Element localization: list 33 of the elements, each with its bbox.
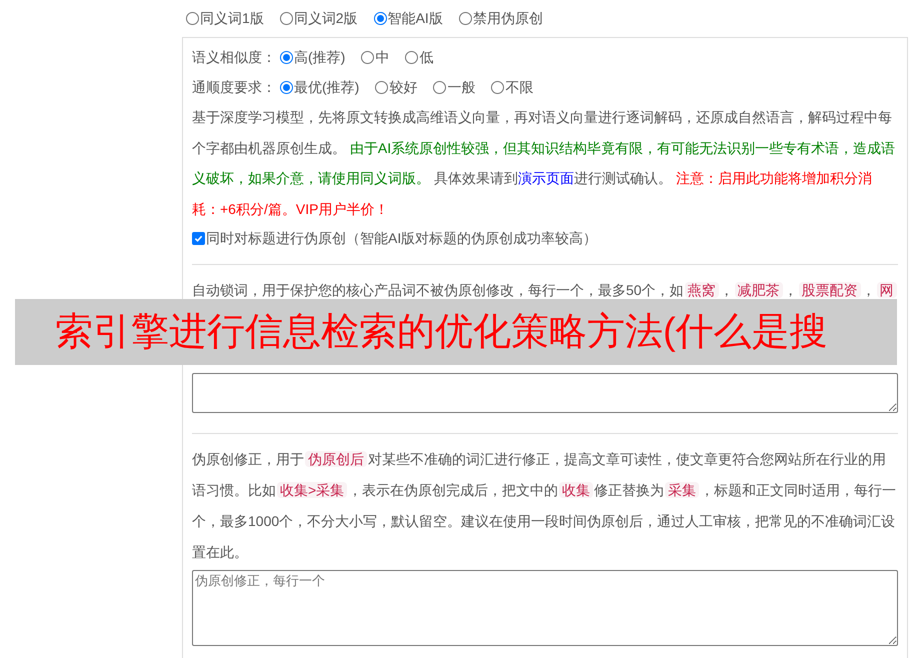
radio-option[interactable]: 同义词1版 xyxy=(186,8,264,29)
radio-button[interactable] xyxy=(374,12,387,25)
demo-page-link[interactable]: 演示页面 xyxy=(518,170,574,186)
correction-field[interactable]: 伪原创修正，每行一个 xyxy=(192,570,898,646)
radio-button[interactable] xyxy=(280,50,293,64)
radio-button[interactable] xyxy=(458,12,472,25)
radio-option[interactable]: 一般 xyxy=(433,76,476,98)
radio-button[interactable] xyxy=(280,80,293,94)
checkbox[interactable] xyxy=(192,232,205,244)
radio-option[interactable]: 较好 xyxy=(375,76,418,98)
radio-option[interactable]: 同义词2版 xyxy=(280,8,358,29)
radio-option[interactable]: 禁用伪原创 xyxy=(458,8,543,29)
radio-option[interactable]: 高(推荐) xyxy=(280,46,346,68)
radio-option[interactable]: 不限 xyxy=(491,76,534,98)
correction-description: 伪原创修正，用于 伪原创后 对某些不准确的词汇进行修正，提高文章可读性，使文章更符合您网站所在行业的用语习惯。比如 收集>采集 ，表示在伪原创完成后，把文中的 收集 修正替换为 采集 ，标题和正文同时适用，每行一个，最多1000个，不分大小写，默认留空。建议在使用一段时间伪原创后，通过人工审核，把常见的不准确词汇设置在此。 xyxy=(192,450,898,562)
option-label: 语义相似度： xyxy=(192,48,276,66)
radio-button[interactable] xyxy=(280,12,293,25)
radio-button[interactable] xyxy=(433,80,446,94)
radio-option[interactable]: 智能AI版 xyxy=(374,8,443,29)
checkmark-icon xyxy=(194,234,203,242)
title-banner: 索引擎进行信息检索的优化策略方法(什么是搜 xyxy=(15,299,897,365)
radio-button[interactable] xyxy=(491,80,504,94)
radio-button[interactable] xyxy=(375,80,388,94)
radio-button[interactable] xyxy=(405,50,418,64)
radio-button[interactable] xyxy=(186,12,199,25)
radio-option[interactable]: 最优(推荐) xyxy=(280,76,360,98)
option-label: 通顺度要求： xyxy=(192,78,276,96)
radio-option[interactable]: 中 xyxy=(361,46,390,68)
radio-button[interactable] xyxy=(361,50,374,64)
lock-words-field[interactable] xyxy=(192,373,898,413)
ai-description: 基于深度学习模型，先将原文转换成高维语义向量，再对语义向量进行逐词解码，还原成自然语言，解码过程中每个字都由机器原创生成。 由于AI系统原创性较强，但其知识结构毕竟有限，有可能无法识别一些专有术语，造成语义破坏，如果介意，请使用同义词版。 具体效果请到演示页面进行测试确认。 注意：启用此功能将增加积分消耗：+6积分/篇。VIP用户半价！ xyxy=(192,108,896,218)
radio-option[interactable]: 低 xyxy=(405,46,434,68)
title-checkbox-option[interactable]: 同时对标题进行伪原创（智能AI版对标题的伪原创成功率较高） xyxy=(192,224,898,252)
